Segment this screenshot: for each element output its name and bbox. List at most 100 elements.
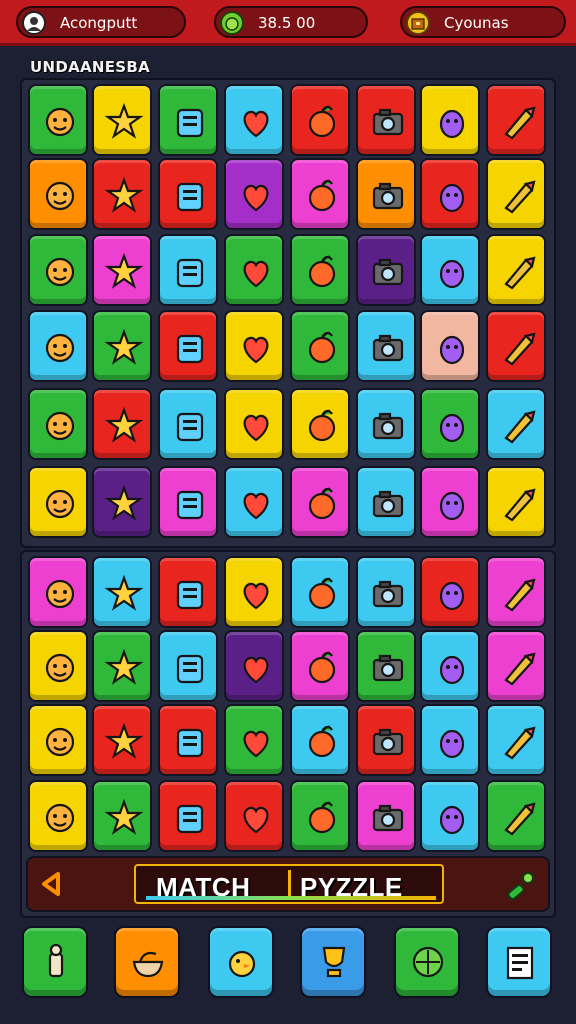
tile[interactable] <box>28 780 88 852</box>
battery-green-icon <box>45 489 75 519</box>
tile[interactable] <box>158 704 218 776</box>
tile[interactable] <box>486 466 546 538</box>
tile[interactable] <box>420 388 480 460</box>
tile[interactable] <box>158 84 218 156</box>
tile[interactable] <box>28 556 88 628</box>
tile[interactable] <box>224 84 284 156</box>
account-pill[interactable]: Acongputt <box>16 6 186 38</box>
tile[interactable] <box>486 630 546 702</box>
tile[interactable] <box>356 466 416 538</box>
tile[interactable] <box>486 234 546 306</box>
tile[interactable] <box>356 780 416 852</box>
tile[interactable] <box>28 84 88 156</box>
tile[interactable] <box>356 630 416 702</box>
tile[interactable] <box>92 556 152 628</box>
tile[interactable] <box>28 234 88 306</box>
tile[interactable] <box>356 234 416 306</box>
orange-fruit-icon <box>176 580 204 610</box>
nav-button[interactable] <box>486 926 552 998</box>
tile[interactable] <box>356 556 416 628</box>
tile[interactable] <box>356 310 416 382</box>
tile[interactable] <box>158 388 218 460</box>
tile[interactable] <box>28 388 88 460</box>
tile[interactable] <box>224 704 284 776</box>
tile[interactable] <box>92 310 152 382</box>
tile[interactable] <box>290 234 350 306</box>
tile[interactable] <box>290 780 350 852</box>
score-pill[interactable]: 38.5 00 <box>214 6 368 38</box>
tile[interactable] <box>224 158 284 230</box>
coins-pill[interactable]: Cyounas <box>400 6 566 38</box>
tile[interactable] <box>28 466 88 538</box>
sunflower-icon <box>504 410 536 444</box>
tile[interactable] <box>290 388 350 460</box>
tile[interactable] <box>28 704 88 776</box>
tile[interactable] <box>158 556 218 628</box>
nav-button[interactable] <box>208 926 274 998</box>
tile[interactable] <box>28 630 88 702</box>
tile[interactable] <box>92 234 152 306</box>
tile[interactable] <box>92 466 152 538</box>
gift-icon <box>243 184 269 212</box>
wand-icon[interactable] <box>504 868 538 902</box>
tile[interactable] <box>158 630 218 702</box>
tile[interactable] <box>486 310 546 382</box>
tile[interactable] <box>356 388 416 460</box>
tile[interactable] <box>92 780 152 852</box>
tile[interactable] <box>92 158 152 230</box>
tile[interactable] <box>420 704 480 776</box>
tile[interactable] <box>224 630 284 702</box>
nav-button[interactable] <box>22 926 88 998</box>
tile[interactable] <box>158 158 218 230</box>
tile[interactable] <box>290 158 350 230</box>
tile[interactable] <box>420 310 480 382</box>
tile[interactable] <box>420 466 480 538</box>
tile[interactable] <box>92 630 152 702</box>
tile[interactable] <box>486 556 546 628</box>
tile[interactable] <box>158 780 218 852</box>
tile[interactable] <box>486 84 546 156</box>
tile[interactable] <box>158 234 218 306</box>
tile[interactable] <box>290 84 350 156</box>
tile[interactable] <box>28 158 88 230</box>
tile[interactable] <box>224 556 284 628</box>
tile[interactable] <box>290 466 350 538</box>
tile[interactable] <box>356 158 416 230</box>
nav-button[interactable] <box>114 926 180 998</box>
tile[interactable] <box>28 310 88 382</box>
tile[interactable] <box>158 310 218 382</box>
back-arrow-icon[interactable] <box>38 870 66 898</box>
tile[interactable] <box>486 704 546 776</box>
tile[interactable] <box>224 234 284 306</box>
tile[interactable] <box>290 310 350 382</box>
tile[interactable] <box>290 630 350 702</box>
tile[interactable] <box>92 84 152 156</box>
capsule-icon <box>176 804 204 834</box>
nav-button[interactable] <box>300 926 366 998</box>
tile[interactable] <box>420 630 480 702</box>
account-label: Acongputt <box>60 14 138 32</box>
tile[interactable] <box>224 388 284 460</box>
tile[interactable] <box>224 780 284 852</box>
tile[interactable] <box>92 704 152 776</box>
tile[interactable] <box>224 310 284 382</box>
tile[interactable] <box>486 158 546 230</box>
tile[interactable] <box>290 556 350 628</box>
tile[interactable] <box>420 556 480 628</box>
tile[interactable] <box>92 388 152 460</box>
tile[interactable] <box>420 84 480 156</box>
match-puzzle-banner: MATCH PYZZLE <box>134 864 444 904</box>
tile[interactable] <box>356 84 416 156</box>
tile[interactable] <box>486 388 546 460</box>
sun-icon <box>104 484 144 521</box>
tile[interactable] <box>420 158 480 230</box>
tile[interactable] <box>486 780 546 852</box>
tile[interactable] <box>158 466 218 538</box>
nav-button[interactable] <box>394 926 460 998</box>
tile[interactable] <box>420 780 480 852</box>
tile[interactable] <box>356 704 416 776</box>
tile[interactable] <box>224 466 284 538</box>
tile[interactable] <box>290 704 350 776</box>
tile[interactable] <box>420 234 480 306</box>
orange-ball-icon <box>176 182 204 212</box>
